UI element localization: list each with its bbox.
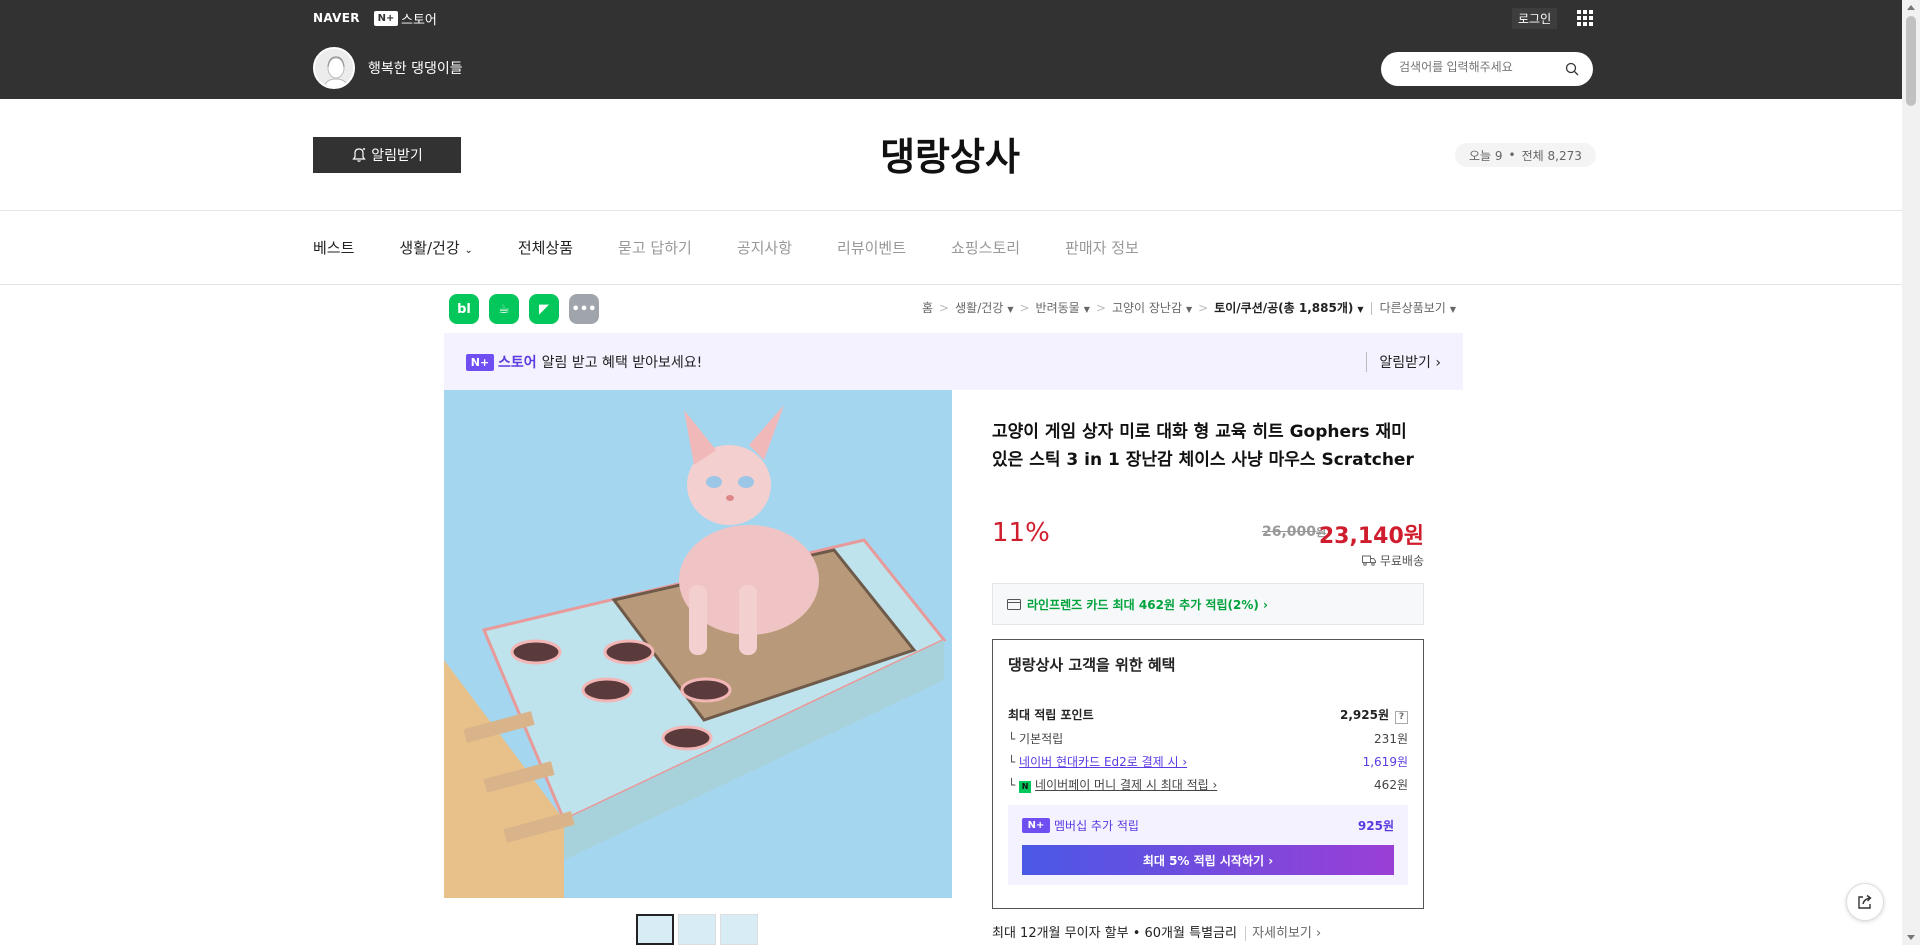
search-icon[interactable] — [1565, 62, 1579, 76]
visitor-count: 오늘 9 • 전체 8,273 — [1455, 143, 1596, 167]
card-icon — [1007, 598, 1021, 610]
divider — [0, 210, 1902, 211]
card-offer-text: 라인프렌즈 카드 최대 462원 추가 적립(2%) › — [1027, 597, 1268, 612]
store-nav: 베스트 생활/건강 ⌄ 전체상품 묻고 답하기 공지사항 리뷰이벤트 쇼핑스토리… — [313, 237, 1184, 258]
card-points-row[interactable]: └ 네이버 현대카드 Ed2로 결제 시 › 1,619원 — [1008, 753, 1408, 770]
shipping-info: 무료배송 — [1361, 552, 1424, 569]
alarm-subscribe-button[interactable]: 알림받기 — [313, 137, 461, 173]
page-scrollbar[interactable] — [1902, 0, 1920, 945]
scroll-down-arrow-icon[interactable] — [1907, 935, 1915, 940]
installment-more-link[interactable]: 자세히보기 › — [1245, 926, 1322, 941]
truck-icon — [1361, 555, 1376, 566]
alarm-label: 알림받기 — [371, 148, 423, 164]
card-offer-box[interactable]: 라인프렌즈 카드 최대 462원 추가 적립(2%) › — [992, 583, 1424, 625]
sns-buttons: bl ☕ ◤ ••• — [449, 294, 609, 324]
installment-text: 최대 12개월 무이자 할부 • 60개월 특별금리 — [992, 926, 1237, 941]
nav-notice[interactable]: 공지사항 — [737, 237, 792, 258]
basic-points-row: └ 기본적립 231원 — [1008, 732, 1408, 746]
naver-logo[interactable]: NAVER — [313, 11, 360, 25]
nplus-store-text: 스토어 — [401, 13, 437, 28]
search-input[interactable] — [1399, 60, 1559, 74]
product-main-image[interactable] — [444, 390, 952, 898]
cafe-share-button[interactable]: ☕ — [489, 294, 519, 324]
nav-shopping-story[interactable]: 쇼핑스토리 — [951, 237, 1020, 258]
nav-all-products[interactable]: 전체상품 — [518, 237, 573, 258]
product-info: 고양이 게임 상자 미로 대화 형 교육 히트 Gophers 재미 있은 스틱… — [992, 418, 1424, 941]
membership-start-button[interactable]: 최대 5% 적립 시작하기 › — [1022, 845, 1394, 875]
promo-store: 스토어 — [498, 355, 537, 371]
nav-best[interactable]: 베스트 — [313, 237, 354, 258]
store-name[interactable]: 행복한 댕댕이들 — [368, 58, 463, 78]
thumbnail-1[interactable] — [636, 914, 674, 945]
thumbnail-2[interactable] — [678, 914, 716, 945]
naverpay-icon: N — [1019, 781, 1032, 793]
share-icon — [1858, 894, 1872, 909]
promo-text: 알림 받고 혜택 받아보세요! — [541, 355, 703, 371]
store-avatar[interactable] — [313, 47, 355, 89]
shipping-label: 무료배송 — [1379, 554, 1424, 568]
breadcrumb-life-health[interactable]: 생활/건강 ▼ — [955, 299, 1013, 316]
membership-value: 925원 — [1357, 819, 1394, 833]
scroll-up-arrow-icon[interactable] — [1907, 5, 1915, 10]
bell-icon — [352, 148, 366, 162]
breadcrumb-other-products[interactable]: 다른상품보기 ▼ — [1380, 299, 1456, 316]
share-button[interactable] — [1846, 883, 1884, 921]
blog-share-button[interactable]: bl — [449, 294, 479, 324]
shop-title[interactable]: 댕랑상사 — [760, 126, 1140, 181]
discount-rate: 11% — [992, 518, 1050, 548]
breadcrumb: 홈 > 생활/건강 ▼ > 반려동물 ▼ > 고양이 장난감 ▼ > 토이/쿠션/공(총 1,… — [922, 299, 1456, 316]
original-price: 26,000원 — [1262, 524, 1327, 540]
nplus-badge: N+ — [374, 11, 398, 26]
nplus-promo-banner: N+ 스토어 알림 받고 혜택 받아보세요! 알림받기 › — [444, 333, 1463, 390]
app-grid-icon[interactable] — [1577, 10, 1593, 26]
max-points-row: 최대 적립 포인트 2,925원? — [1008, 706, 1408, 724]
pay-points-row[interactable]: └ N 네이버페이 머니 결제 시 최대 적립 › 462원 — [1008, 776, 1408, 793]
benefit-box: 댕랑상사 고객을 위한 혜택 최대 적립 포인트 2,925원? └ 기본적립 … — [992, 639, 1424, 909]
product-title: 고양이 게임 상자 미로 대화 형 교육 히트 Gophers 재미 있은 스틱… — [992, 422, 1414, 470]
top-bar: NAVER N+ 스토어 로그인 행복한 댕댕이들 — [0, 0, 1902, 99]
membership-box: N+ 멤버십 추가 적립 925원 최대 5% 적립 시작하기 › — [1008, 805, 1408, 885]
login-button[interactable]: 로그인 — [1512, 8, 1558, 29]
total-visitors: 전체 8,273 — [1521, 148, 1582, 163]
breadcrumb-toy-cushion[interactable]: 토이/쿠션/공(총 1,885개) ▼ — [1214, 299, 1363, 316]
benefit-title: 댕랑상사 고객을 위한 혜택 — [1008, 656, 1176, 674]
nav-review-event[interactable]: 리뷰이벤트 — [837, 237, 906, 258]
nplus-store-logo[interactable]: N+ 스토어 — [374, 9, 437, 28]
nplus-badge: N+ — [466, 353, 494, 371]
breadcrumb-pet[interactable]: 반려동물 ▼ — [1036, 299, 1090, 316]
more-share-button[interactable]: ••• — [569, 294, 599, 324]
divider — [0, 284, 1902, 285]
sale-price: 23,140원 — [1318, 524, 1424, 549]
band-share-button[interactable]: ◤ — [529, 294, 559, 324]
thumbnail-3[interactable] — [720, 914, 758, 945]
installment-info: 최대 12개월 무이자 할부 • 60개월 특별금리 자세히보기 › — [992, 922, 1322, 941]
promo-alarm-link[interactable]: 알림받기 › — [1366, 352, 1441, 372]
nav-seller-info[interactable]: 판매자 정보 — [1065, 237, 1139, 258]
visitor-dot: • — [1508, 148, 1516, 162]
today-visitors: 오늘 9 — [1469, 148, 1503, 163]
nav-life-health[interactable]: 생활/건강 ⌄ — [399, 237, 472, 258]
nplus-badge: N+ — [1022, 818, 1050, 833]
nav-qna[interactable]: 묻고 답하기 — [618, 237, 692, 258]
membership-label: 멤버십 추가 적립 — [1054, 819, 1139, 833]
breadcrumb-home[interactable]: 홈 — [922, 299, 933, 316]
help-icon[interactable]: ? — [1395, 711, 1408, 724]
search-bar — [1381, 52, 1593, 86]
breadcrumb-cat-toy[interactable]: 고양이 장난감 ▼ — [1112, 299, 1192, 316]
scroll-thumb[interactable] — [1906, 16, 1916, 106]
product-thumbnails — [636, 914, 762, 945]
